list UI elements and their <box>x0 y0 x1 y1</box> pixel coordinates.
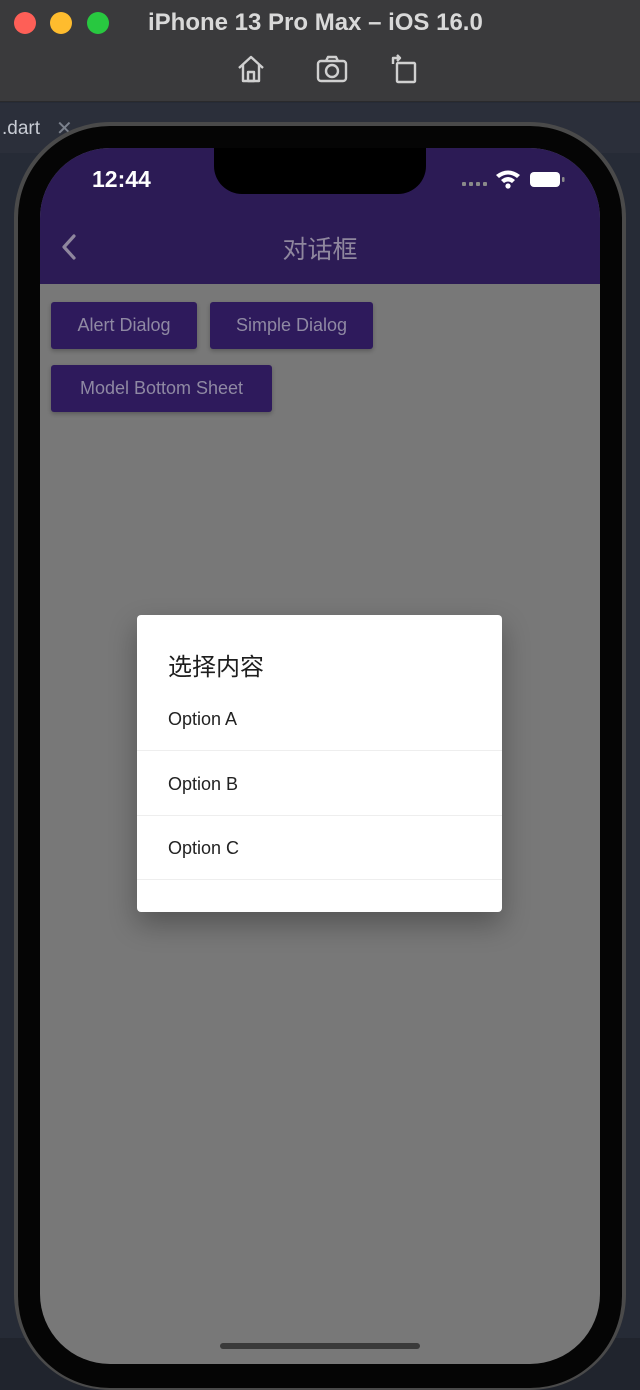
dialog-option-label: Option C <box>168 838 240 858</box>
phone-screen: 12:44 对话框 Alert Dialog Simple Dialog Mod… <box>40 148 600 1364</box>
phone-notch <box>214 148 426 194</box>
wifi-icon <box>496 170 520 189</box>
minimize-window-button[interactable] <box>50 12 72 34</box>
dialog-option-label: Option B <box>168 774 239 794</box>
simulator-title: iPhone 13 Pro Max – iOS 16.0 <box>148 9 483 36</box>
home-icon[interactable] <box>234 52 268 86</box>
status-time: 12:44 <box>92 166 151 192</box>
battery-icon <box>530 172 565 187</box>
simple-dialog-button[interactable]: Simple Dialog <box>210 302 373 349</box>
dialog-title: 选择内容 <box>168 653 264 681</box>
screenshot-icon[interactable] <box>315 52 349 86</box>
cellular-signal-icon <box>462 182 487 186</box>
dialog-option-a[interactable]: Option A <box>137 687 502 751</box>
simulator-titlebar: iPhone 13 Pro Max – iOS 16.0 <box>0 0 640 102</box>
alert-dialog-button[interactable]: Alert Dialog <box>51 302 197 349</box>
rotate-icon[interactable] <box>388 52 422 86</box>
dialog-option-b[interactable]: Option B <box>137 752 502 816</box>
dialog-option-label: Option A <box>168 709 238 729</box>
status-icons <box>462 168 572 192</box>
modal-bottom-sheet-button[interactable]: Model Bottom Sheet <box>51 365 272 412</box>
close-window-button[interactable] <box>14 12 36 34</box>
zoom-window-button[interactable] <box>87 12 109 34</box>
ide-file-tab[interactable]: .dart <box>2 118 40 140</box>
page-title: 对话框 <box>282 235 358 264</box>
dialog-option-c[interactable]: Option C <box>137 816 502 880</box>
home-indicator[interactable] <box>220 1343 420 1349</box>
simple-dialog: 选择内容 Option A Option B Option C <box>137 615 502 912</box>
